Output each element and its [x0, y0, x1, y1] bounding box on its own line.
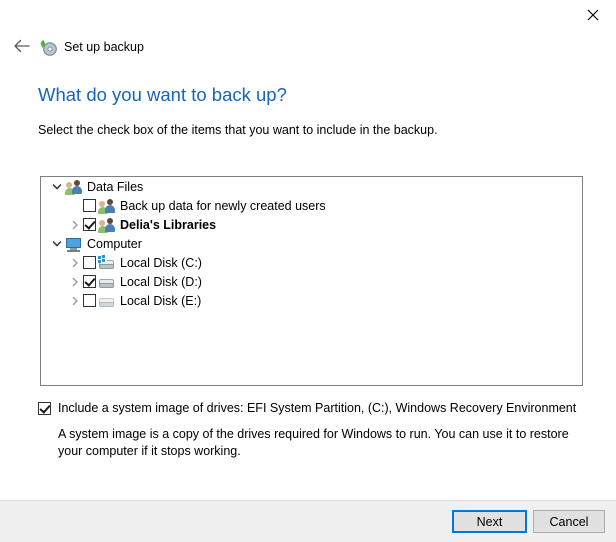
drive-dim-icon — [98, 293, 115, 309]
tree-item-data-files[interactable]: Data Files — [41, 177, 582, 196]
tree-item-checkbox[interactable] — [83, 294, 96, 307]
chevron-right-icon[interactable] — [67, 293, 83, 309]
backup-disc-icon — [39, 38, 57, 56]
tree-item-label: Delia's Libraries — [120, 217, 217, 232]
system-image-label: Include a system image of drives: EFI Sy… — [58, 401, 577, 415]
back-button[interactable] — [6, 39, 36, 56]
tree-item-local-disk-d[interactable]: Local Disk (D:) — [41, 272, 582, 291]
tree-item-label: Local Disk (E:) — [120, 293, 202, 308]
people-icon — [98, 198, 115, 214]
tree-item-local-disk-c[interactable]: Local Disk (C:) — [41, 253, 582, 272]
system-image-option[interactable]: Include a system image of drives: EFI Sy… — [38, 401, 576, 415]
windows-drive-icon — [98, 254, 115, 271]
chevron-right-icon[interactable] — [67, 274, 83, 290]
drive-icon — [98, 274, 115, 290]
chevron-down-icon[interactable] — [49, 236, 65, 252]
chevron-down-icon[interactable] — [49, 179, 65, 195]
tree-item-label: Local Disk (D:) — [120, 274, 202, 289]
page-subtitle: Select the check box of the items that y… — [38, 123, 438, 137]
tree-item-local-disk-e[interactable]: Local Disk (E:) — [41, 291, 582, 310]
tree-item-back-up-data-for-newly-created-users[interactable]: Back up data for newly created users — [41, 196, 582, 215]
page-title: What do you want to back up? — [38, 84, 287, 105]
tree-item-checkbox[interactable] — [83, 199, 96, 212]
tree-item-delia-s-libraries[interactable]: Delia's Libraries — [41, 215, 582, 234]
tree-item-checkbox[interactable] — [83, 256, 96, 269]
back-arrow-icon — [13, 39, 30, 56]
system-image-checkbox[interactable] — [38, 402, 51, 415]
people-icon — [65, 179, 82, 195]
tree-item-checkbox[interactable] — [83, 275, 96, 288]
tree-item-computer[interactable]: Computer — [41, 234, 582, 253]
tree-item-label: Data Files — [87, 179, 144, 194]
close-icon — [587, 9, 599, 21]
tree-item-label: Computer — [87, 236, 142, 251]
system-image-description: A system image is a copy of the drives r… — [58, 427, 569, 458]
monitor-icon — [65, 236, 82, 252]
title-bar — [0, 0, 616, 30]
chevron-right-icon[interactable] — [67, 217, 83, 233]
wizard-title: Set up backup — [64, 40, 144, 54]
people-icon — [98, 217, 115, 233]
close-button[interactable] — [570, 0, 616, 30]
cancel-button[interactable]: Cancel — [533, 510, 605, 533]
wizard-header: Set up backup — [0, 33, 616, 61]
tree-item-checkbox[interactable] — [83, 218, 96, 231]
backup-items-tree[interactable]: Data Files Back up data for newly created… — [40, 176, 583, 386]
dialog-footer: Next Cancel — [0, 500, 616, 542]
tree-item-label: Local Disk (C:) — [120, 255, 202, 270]
tree-item-label: Back up data for newly created users — [120, 198, 326, 213]
chevron-right-icon[interactable] — [67, 255, 83, 271]
next-button[interactable]: Next — [452, 510, 527, 533]
